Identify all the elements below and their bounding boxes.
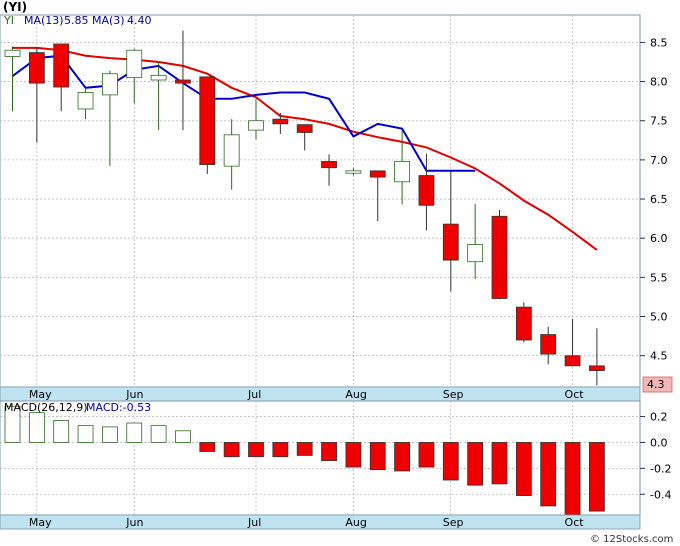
macd-bar-negative — [199, 442, 216, 452]
price-x-tick-label: Sep — [443, 388, 464, 401]
price-x-axis-band — [0, 386, 641, 402]
candle-body — [491, 215, 508, 299]
macd-x-tick-label: Aug — [345, 516, 366, 529]
price-x-tick-label: Oct — [565, 388, 585, 401]
price-y-tick-label: 8.5 — [650, 36, 668, 49]
chart-title: (YI) — [3, 0, 27, 14]
macd-bar-positive — [53, 420, 70, 443]
candle-body — [467, 244, 484, 263]
macd-bar-positive — [102, 426, 118, 443]
price-y-tick-label: 4.5 — [650, 350, 668, 363]
macd-bar-negative — [394, 442, 411, 472]
price-y-axis: 4.5 5.0 5.5 6.0 6.5 7.0 7.5 8.0 8.5 — [640, 36, 668, 363]
candle-body — [4, 49, 21, 57]
macd-bar-positive — [77, 425, 94, 443]
macd-bar-positive — [126, 422, 143, 443]
candle-body — [394, 161, 411, 183]
macd-bar-negative — [467, 442, 484, 486]
price-x-tick-label: Jul — [247, 388, 261, 401]
macd-x-tick-label: May — [29, 516, 52, 529]
price-y-tick-label: 7.5 — [650, 115, 668, 128]
price-y-tick-label: 6.0 — [650, 232, 668, 245]
macd-bar-negative — [515, 442, 532, 496]
watermark: © 12Stocks.com — [590, 534, 673, 545]
macd-bar-negative — [369, 442, 386, 471]
macd-bar-positive — [28, 412, 45, 443]
macd-x-tick-label: Jul — [247, 516, 261, 529]
candle-body — [150, 74, 167, 81]
last-price-label: 4.3 — [647, 378, 665, 391]
macd-bar-negative — [345, 442, 362, 468]
candle-body — [28, 52, 45, 84]
price-panel — [0, 14, 641, 388]
macd-y-tick-label: -0.4 — [650, 488, 671, 501]
macd-bar-negative — [296, 442, 313, 456]
macd-bar-negative — [564, 442, 581, 516]
macd-bar-negative — [540, 442, 557, 507]
candle-body — [345, 170, 362, 174]
macd-bar-negative — [248, 442, 264, 458]
macd-y-tick-label: 0.0 — [650, 436, 668, 449]
macd-y-tick-label: -0.2 — [650, 462, 671, 475]
legend-ma13-value: 5.85 — [64, 14, 89, 27]
macd-bar-negative — [589, 442, 605, 512]
macd-bar-negative — [321, 442, 337, 461]
macd-x-tick-label: Sep — [443, 516, 464, 529]
price-y-tick-label: 8.0 — [650, 76, 668, 89]
candle-body — [248, 120, 264, 131]
macd-bar-negative — [442, 442, 459, 481]
macd-legend-value: MACD:-0.53 — [86, 401, 151, 414]
price-y-tick-label: 5.0 — [650, 311, 668, 324]
candle-down — [491, 210, 508, 300]
chart-canvas: (YI) 4.5 5.0 5.5 6.0 6.5 7.0 7.5 8.0 8.5 YI MA(1… — [0, 0, 673, 545]
macd-bar-negative — [223, 442, 240, 458]
macd-bar-negative — [272, 442, 289, 458]
candle-body — [442, 223, 459, 261]
price-x-tick-label: May — [29, 388, 52, 401]
candle-body — [589, 365, 605, 371]
candle-body — [199, 76, 216, 165]
candle-body — [321, 161, 337, 169]
candle-down — [515, 302, 532, 343]
price-y-tick-label: 6.5 — [650, 193, 668, 206]
candle-body — [296, 124, 313, 133]
candle-body — [564, 355, 581, 367]
candle-body — [126, 49, 143, 79]
candle-body — [102, 73, 118, 96]
candle-body — [223, 134, 240, 167]
candle-body — [540, 334, 557, 355]
price-y-tick-label: 7.0 — [650, 154, 668, 167]
candle-body — [53, 43, 70, 88]
legend-ma3-value: 4.40 — [127, 14, 152, 27]
macd-bar-negative — [491, 442, 508, 485]
candle-down — [199, 76, 216, 174]
legend-symbol: YI — [3, 14, 14, 27]
price-x-tick-label: Aug — [345, 388, 366, 401]
macd-bar-positive — [175, 430, 191, 443]
candle-body — [369, 170, 386, 178]
candle-body — [175, 79, 191, 84]
candle-body — [77, 92, 94, 110]
macd-bar-negative — [418, 442, 435, 468]
legend-ma3-label: MA(3) — [92, 14, 125, 27]
candle-body — [515, 306, 532, 341]
price-x-tick-label: Jun — [125, 388, 143, 401]
macd-x-axis-band — [0, 514, 641, 530]
macd-bar-positive — [150, 425, 167, 443]
macd-legend-params: MACD(26,12,9) — [4, 401, 88, 414]
candle-body — [418, 175, 435, 206]
macd-x-tick-label: Oct — [565, 516, 585, 529]
macd-y-axis: 0.2 0.0 -0.2 -0.4 — [640, 411, 671, 501]
price-y-tick-label: 5.5 — [650, 271, 668, 284]
candle-body — [272, 118, 289, 125]
macd-y-tick-label: 0.2 — [650, 411, 668, 424]
macd-x-tick-label: Jun — [125, 516, 143, 529]
legend-ma13-label: MA(13) — [24, 14, 64, 27]
